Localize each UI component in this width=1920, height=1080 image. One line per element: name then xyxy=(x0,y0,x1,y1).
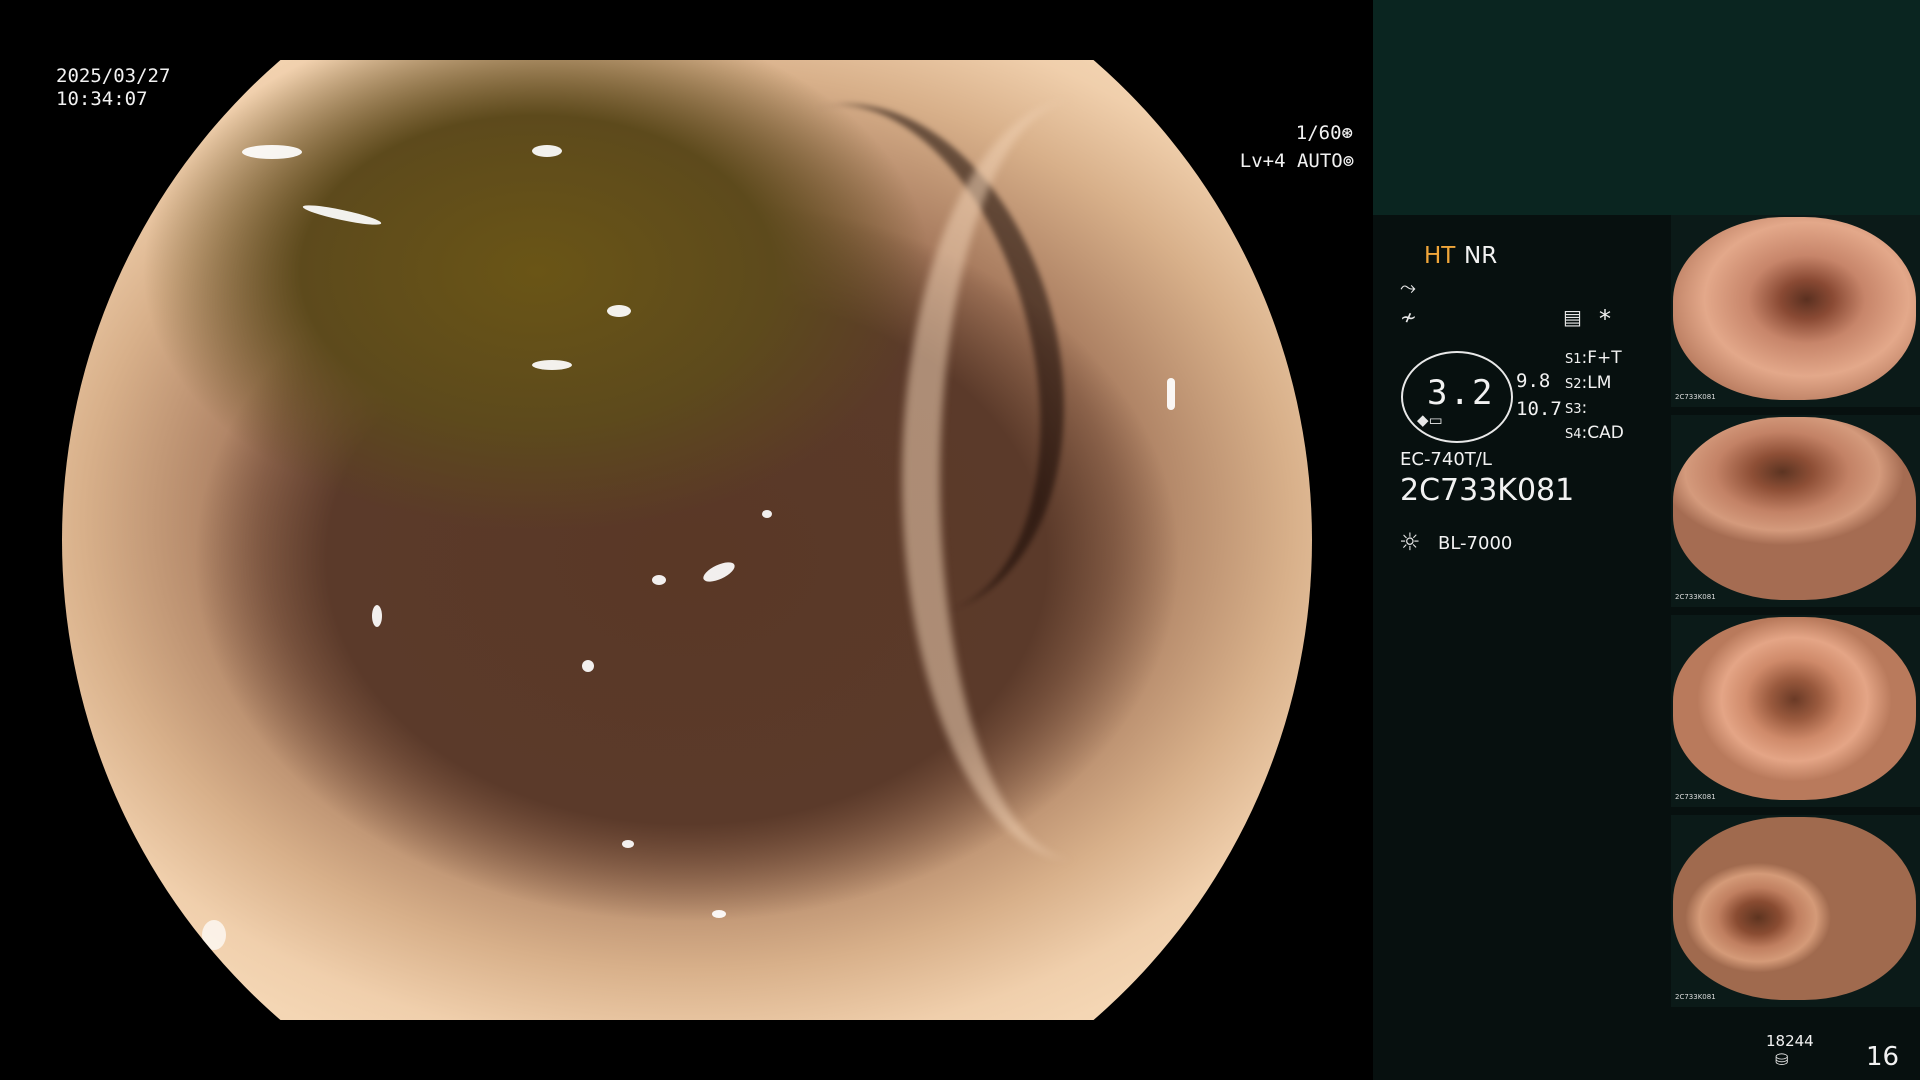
light-reflection xyxy=(301,201,383,229)
light-reflection xyxy=(762,510,772,518)
reading-1: 9.8 xyxy=(1516,370,1551,392)
image-count: 16 xyxy=(1866,1042,1900,1072)
thumbnail-4[interactable]: 2C733K081 xyxy=(1671,815,1920,1007)
mucosal-fold-edge xyxy=(902,100,1250,860)
light-reflection xyxy=(700,558,738,586)
storage-count: 18244 xyxy=(1766,1032,1814,1050)
enhance-off-icon: ≁ xyxy=(1400,305,1417,329)
thumbnail-serial: 2C733K081 xyxy=(1675,993,1716,1001)
light-reflection xyxy=(712,910,726,918)
zoom-curve-icon: ⤳ xyxy=(1400,275,1416,299)
endoscope-main-view: 2025/03/27 10:34:07 1/60⊛ Lv+4 AUTO⊚ xyxy=(0,0,1373,1080)
nr-indicator: NR xyxy=(1464,243,1498,269)
level-value: Lv+4 xyxy=(1239,150,1286,172)
auto-exposure-icon: ⊚ xyxy=(1342,150,1355,172)
light-reflection xyxy=(652,575,666,585)
thumbnail-image xyxy=(1673,617,1916,800)
settings-pane: HT NR ⤳ ≁ ▤ * 3.2 ◆▭ 9.8 10.7 S1:F+T S2:… xyxy=(1373,215,1671,1080)
switch-s4: S4:CAD xyxy=(1565,423,1624,443)
endoscopic-image xyxy=(62,60,1312,1020)
switch-key: S1 xyxy=(1565,352,1582,367)
light-reflection xyxy=(622,840,634,848)
light-reflection xyxy=(532,145,562,157)
menu-list-icon: ▤ xyxy=(1563,305,1582,329)
switch-s1: S1:F+T xyxy=(1565,348,1622,368)
thumbnail-image xyxy=(1673,817,1916,1000)
exam-date: 2025/03/27 xyxy=(56,65,171,87)
light-reflection xyxy=(1167,378,1175,410)
thumbnail-3[interactable]: 2C733K081 xyxy=(1671,615,1920,807)
reading-2: 10.7 xyxy=(1516,398,1562,420)
switch-value: LM xyxy=(1587,373,1612,393)
thumbnail-2[interactable]: 2C733K081 xyxy=(1671,415,1920,607)
switch-key: S4 xyxy=(1565,427,1582,442)
scope-tip-icon: ◆▭ xyxy=(1417,411,1443,429)
light-reflection xyxy=(582,660,594,672)
switch-s2: S2:LM xyxy=(1565,373,1612,393)
storage-icon: ⛁ xyxy=(1775,1050,1789,1069)
light-reflection xyxy=(532,360,572,370)
light-reflection xyxy=(607,305,631,317)
thumbnail-image xyxy=(1673,417,1916,600)
thumbnail-serial: 2C733K081 xyxy=(1675,593,1716,601)
light-reflection xyxy=(202,920,226,950)
switch-value: CAD xyxy=(1587,423,1624,443)
exam-time: 10:34:07 xyxy=(56,88,148,110)
light-source: BL-7000 xyxy=(1438,533,1513,554)
exposure-level: Lv+4 AUTO⊚ xyxy=(1194,128,1354,194)
switch-value: F+T xyxy=(1587,348,1622,368)
light-reflection xyxy=(372,605,382,627)
info-panel: HT NR ⤳ ≁ ▤ * 3.2 ◆▭ 9.8 10.7 S1:F+T S2:… xyxy=(1373,0,1920,1080)
switch-key: S3 xyxy=(1565,402,1582,417)
light-source-icon: ☼ xyxy=(1399,528,1421,556)
light-reflection xyxy=(242,145,302,159)
scope-model: EC-740T/L xyxy=(1400,449,1492,470)
thumbnail-image xyxy=(1673,217,1916,400)
switch-key: S2 xyxy=(1565,377,1582,392)
thumbnail-1[interactable]: 2C733K081 xyxy=(1671,215,1920,407)
scope-serial: 2C733K081 xyxy=(1400,473,1575,508)
panel-header-area xyxy=(1373,0,1920,215)
ht-indicator: HT xyxy=(1424,243,1456,269)
star-indicator: * xyxy=(1599,305,1611,333)
thumbnail-serial: 2C733K081 xyxy=(1675,393,1716,401)
switch-s3: S3: xyxy=(1565,398,1588,418)
thumbnail-serial: 2C733K081 xyxy=(1675,793,1716,801)
zoom-value: 3.2 xyxy=(1427,373,1495,413)
exposure-mode: AUTO xyxy=(1296,150,1343,172)
